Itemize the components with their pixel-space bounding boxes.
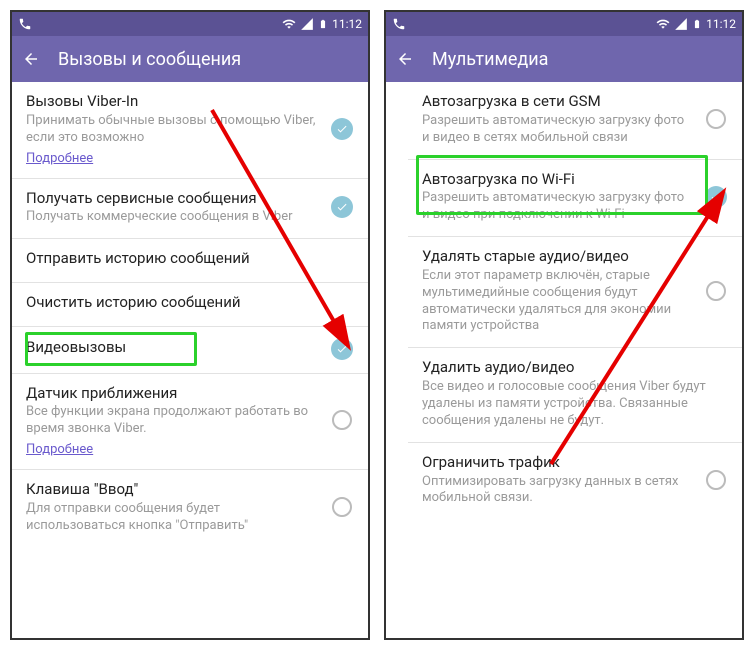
- setting-delete-media[interactable]: Удалить аудио/видео Все видео и голосовы…: [408, 348, 742, 442]
- setting-video-calls[interactable]: Видеовызовы: [12, 327, 368, 374]
- checkbox-icon[interactable]: [704, 107, 728, 131]
- viber-icon: [18, 17, 32, 31]
- signal-icon: [674, 17, 688, 31]
- more-link[interactable]: Подробнее: [26, 151, 93, 166]
- setting-clear-history[interactable]: Очистить историю сообщений: [12, 283, 368, 327]
- item-subtitle: Все функции экрана продолжают работать в…: [26, 404, 320, 438]
- settings-list: Вызовы Viber-In Принимать обычные вызовы…: [12, 82, 368, 547]
- checkbox-icon[interactable]: [704, 279, 728, 303]
- checkbox-icon[interactable]: [330, 408, 354, 432]
- item-title: Получать сервисные сообщения: [26, 189, 320, 208]
- item-title: Вызовы Viber-In: [26, 92, 320, 111]
- back-arrow-icon[interactable]: [396, 50, 414, 68]
- settings-list: Автозагрузка в сети GSM Разрешить автома…: [386, 82, 742, 519]
- item-subtitle: Все видео и голосовые сообщения Viber бу…: [422, 379, 728, 430]
- item-title: Ограничить трафик: [422, 453, 694, 472]
- item-subtitle: Для отправки сообщения будет использоват…: [26, 501, 320, 535]
- checkbox-icon[interactable]: [330, 195, 354, 219]
- item-title: Очистить историю сообщений: [26, 293, 354, 312]
- checkbox-icon[interactable]: [330, 117, 354, 141]
- item-title: Видеовызовы: [26, 338, 320, 357]
- item-title: Удалить аудио/видео: [422, 358, 728, 377]
- status-bar: 11:12: [386, 12, 742, 36]
- item-title: Датчик приближения: [26, 384, 320, 403]
- setting-enter-key[interactable]: Клавиша "Ввод" Для отправки сообщения бу…: [12, 470, 368, 547]
- page-title: Мультимедиа: [432, 49, 548, 70]
- setting-autoload-gsm[interactable]: Автозагрузка в сети GSM Разрешить автома…: [408, 82, 742, 160]
- item-title: Автозагрузка в сети GSM: [422, 92, 694, 111]
- status-time: 11:12: [332, 17, 362, 31]
- item-title: Отправить историю сообщений: [26, 249, 354, 268]
- item-title: Автозагрузка по Wi-Fi: [422, 170, 694, 189]
- signal-icon: [300, 17, 314, 31]
- item-title: Клавиша "Ввод": [26, 480, 320, 499]
- checkbox-icon[interactable]: [330, 495, 354, 519]
- checkbox-icon[interactable]: [704, 468, 728, 492]
- setting-proximity-sensor[interactable]: Датчик приближения Все функции экрана пр…: [12, 374, 368, 471]
- item-subtitle: Разрешить автоматическую загрузку фото и…: [422, 190, 694, 224]
- setting-service-messages[interactable]: Получать сервисные сообщения Получать ко…: [12, 179, 368, 240]
- setting-delete-old-media[interactable]: Удалять старые аудио/видео Если этот пар…: [408, 237, 742, 348]
- item-subtitle: Принимать обычные вызовы с помощью Viber…: [26, 113, 320, 147]
- battery-icon: [692, 17, 702, 31]
- wifi-icon: [282, 17, 296, 31]
- setting-viber-in[interactable]: Вызовы Viber-In Принимать обычные вызовы…: [12, 82, 368, 179]
- app-bar: Вызовы и сообщения: [12, 36, 368, 82]
- item-subtitle: Оптимизировать загрузку данных в сетях м…: [422, 474, 694, 508]
- page-title: Вызовы и сообщения: [58, 49, 241, 70]
- setting-limit-traffic[interactable]: Ограничить трафик Оптимизировать загрузк…: [408, 443, 742, 520]
- viber-icon: [392, 17, 406, 31]
- checkbox-icon[interactable]: [330, 337, 354, 361]
- status-time: 11:12: [706, 17, 736, 31]
- battery-icon: [318, 17, 328, 31]
- more-link[interactable]: Подробнее: [26, 442, 93, 457]
- back-arrow-icon[interactable]: [22, 50, 40, 68]
- phone-screen-left: 11:12 Вызовы и сообщения Вызовы Viber-In…: [10, 10, 370, 640]
- status-bar: 11:12: [12, 12, 368, 36]
- wifi-icon: [656, 17, 670, 31]
- item-subtitle: Если этот параметр включён, старые мульт…: [422, 268, 694, 336]
- setting-autoload-wifi[interactable]: Автозагрузка по Wi-Fi Разрешить автомати…: [408, 160, 742, 238]
- item-subtitle: Разрешить автоматическую загрузку фото и…: [422, 113, 694, 147]
- item-title: Удалять старые аудио/видео: [422, 247, 694, 266]
- setting-send-history[interactable]: Отправить историю сообщений: [12, 239, 368, 283]
- app-bar: Мультимедиа: [386, 36, 742, 82]
- item-subtitle: Получать коммерческие сообщения в Viber: [26, 209, 320, 226]
- phone-screen-right: 11:12 Мультимедиа Автозагрузка в сети GS…: [384, 10, 744, 640]
- checkbox-icon[interactable]: [704, 185, 728, 209]
